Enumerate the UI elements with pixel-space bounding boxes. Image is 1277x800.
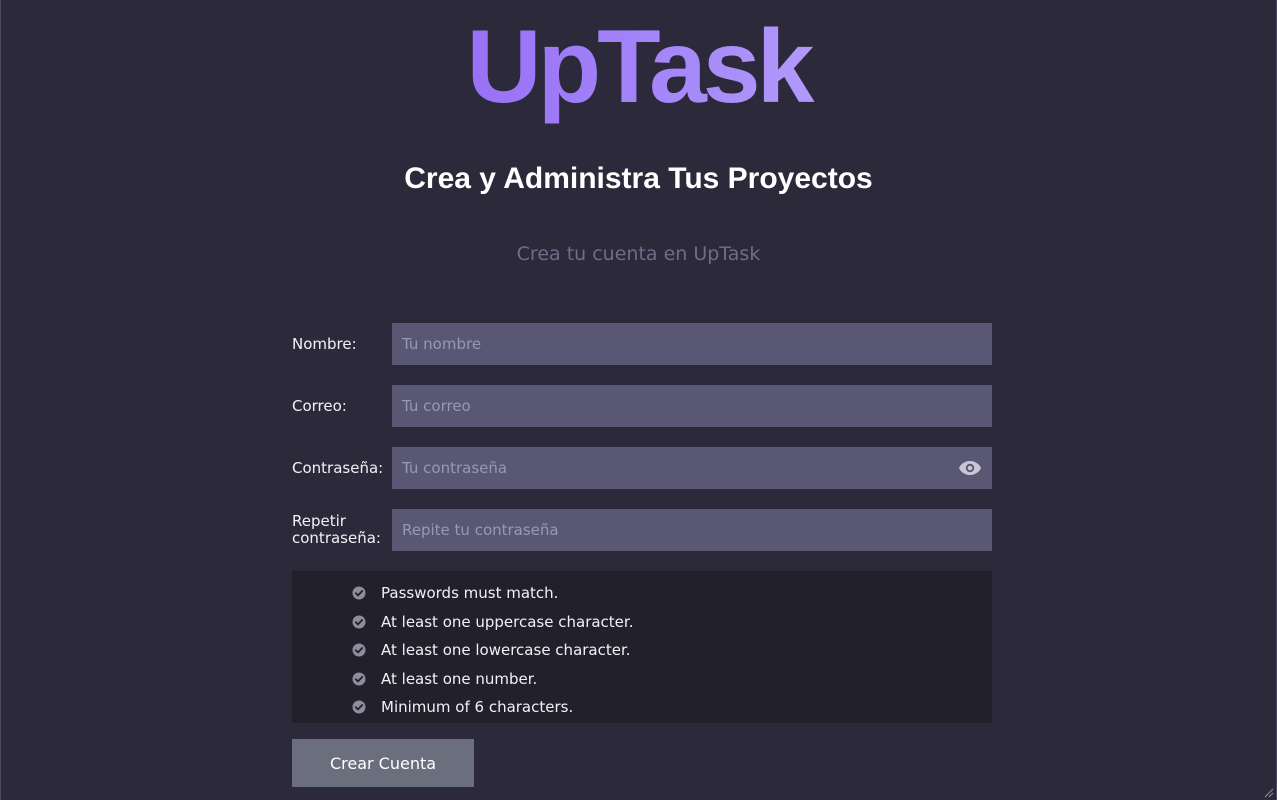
check-circle-icon (352, 672, 366, 686)
uptask-logo: UpTask (1, 10, 1276, 125)
password-label: Contraseña: (292, 458, 384, 477)
password-input[interactable] (392, 447, 992, 489)
create-account-button[interactable]: Crear Cuenta (292, 739, 474, 787)
app-window: UpTask Crea y Administra Tus Proyectos C… (0, 0, 1277, 800)
password-rule: At least one lowercase character. (292, 636, 992, 665)
repeat-password-label-line1: Repetir (292, 512, 346, 530)
password-rule-text: At least one number. (381, 669, 538, 688)
email-label: Correo: (292, 396, 347, 415)
name-input[interactable] (392, 323, 992, 365)
password-rule-text: At least one uppercase character. (381, 612, 634, 631)
name-label: Nombre: (292, 334, 357, 353)
password-row: Contraseña: (292, 447, 992, 489)
repeat-password-field-container (392, 509, 992, 551)
signup-form: Nombre: Correo: Contraseña: (292, 323, 992, 787)
password-rule: At least one number. (292, 665, 992, 694)
password-rule: At least one uppercase character. (292, 608, 992, 637)
name-field-container (392, 323, 992, 365)
page-title: Crea y Administra Tus Proyectos (404, 162, 873, 195)
check-circle-icon (352, 615, 366, 629)
password-rule-text: At least one lowercase character. (381, 641, 631, 660)
email-row: Correo: (292, 385, 992, 427)
password-rule-text: Passwords must match. (381, 584, 559, 603)
password-rule: Passwords must match. (292, 579, 992, 608)
repeat-password-row: Repetir contraseña: (292, 509, 992, 551)
password-field-container (392, 447, 992, 489)
password-rule: Minimum of 6 characters. (292, 693, 992, 722)
email-field-container (392, 385, 992, 427)
page-subtitle: Crea tu cuenta en UpTask (516, 243, 761, 265)
resize-handle-icon[interactable] (1262, 786, 1274, 798)
password-rules-list: Passwords must match. At least one upper… (292, 571, 992, 723)
repeat-password-input[interactable] (392, 509, 992, 551)
name-row: Nombre: (292, 323, 992, 365)
email-input[interactable] (392, 385, 992, 427)
check-circle-icon (352, 643, 366, 657)
eye-icon[interactable] (958, 458, 982, 478)
password-rule-text: Minimum of 6 characters. (381, 698, 574, 717)
check-circle-icon (352, 586, 366, 600)
repeat-password-label-line2: contraseña: (292, 529, 381, 547)
check-circle-icon (352, 700, 366, 714)
repeat-password-label: Repetir contraseña: (292, 513, 392, 547)
